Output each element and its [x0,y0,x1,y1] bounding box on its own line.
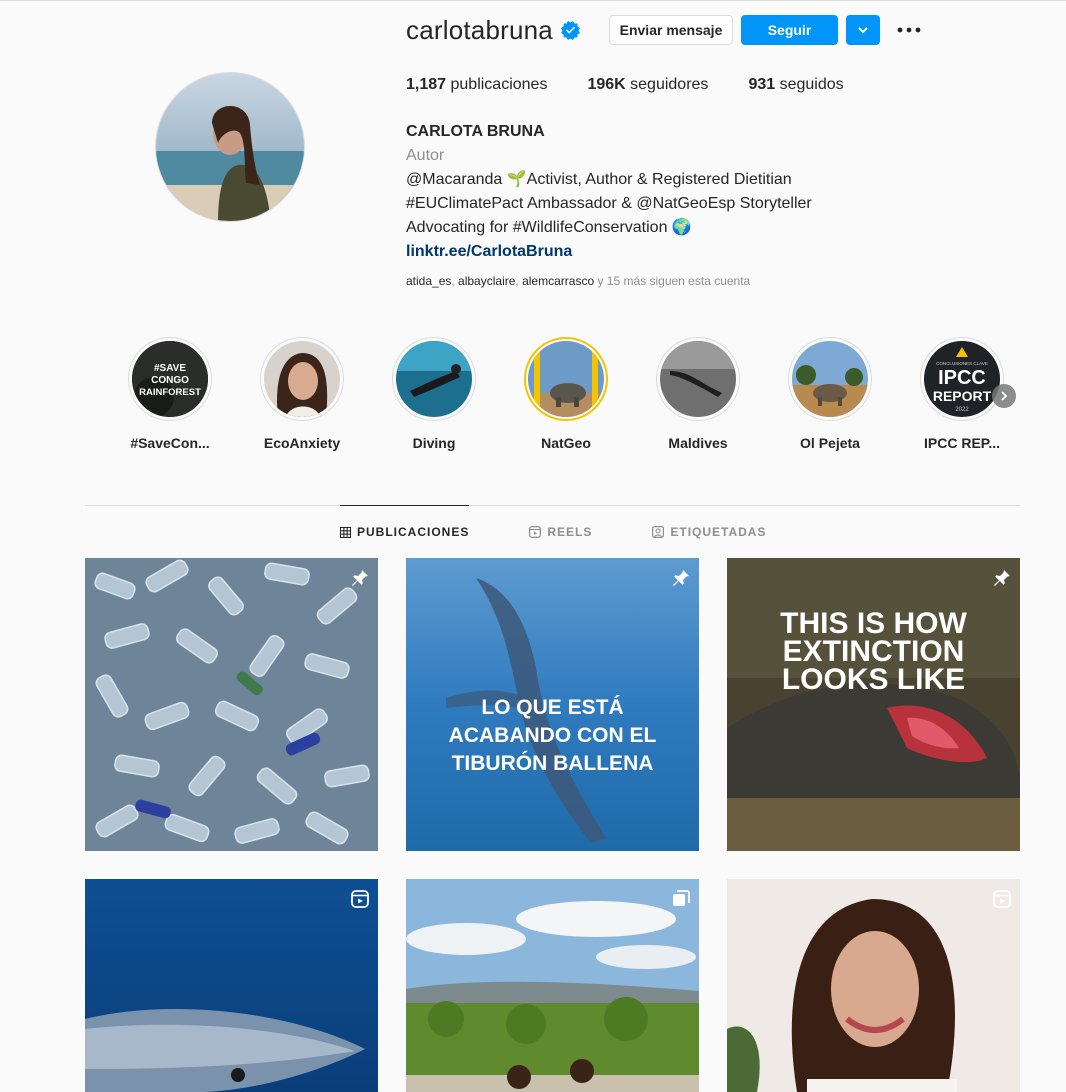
tabs-divider [85,505,1020,506]
pin-icon [671,568,691,593]
tagged-icon [652,526,665,538]
highlight-item[interactable]: #SAVE CONGO RAINFOREST #SaveCon... [122,337,218,451]
profile-stats: 1,187 publicaciones 196K seguidores 931 … [406,76,884,94]
followers-value: 196K [587,76,626,93]
pin-icon [350,568,370,593]
reel-icon [992,889,1012,914]
svg-text:#SAVE: #SAVE [154,363,186,374]
highlight-cover-ring [656,337,740,421]
highlight-cover-ring [260,337,344,421]
reel-icon [350,889,370,914]
post-caption-overlay: THIS IS HOW EXTINCTION LOOKS LIKE [780,607,967,696]
highlight-label: EcoAnxiety [263,435,341,451]
highlight-item[interactable]: Diving [386,337,482,451]
highlight-cover-ring [524,337,608,421]
following-count[interactable]: 931 seguidos [748,76,843,94]
bio-line: @Macaranda 🌱Activist, Author & Registere… [406,171,792,188]
suggested-accounts-button[interactable] [846,15,880,45]
profile-tabs: PUBLICACIONES REELS ETIQUETADAS [340,523,826,541]
tab-label: REELS [547,525,593,539]
pin-icon [992,568,1012,593]
tab-label: PUBLICACIONES [357,525,470,539]
following-label: seguidos [779,76,844,93]
active-tab-indicator [340,505,469,506]
highlight-label: Maldives [668,435,728,451]
post-thumbnail[interactable]: THIS IS HOW EXTINCTION LOOKS LIKE [727,558,1020,851]
highlight-cover-top: CONCLUSIONES CLAVE [936,361,988,366]
reels-icon [529,526,542,538]
highlight-item[interactable]: Ol Pejeta [782,337,878,451]
follow-button[interactable]: Seguir [741,15,838,45]
highlight-item[interactable]: NatGeo [518,337,614,451]
mutual-follower: alemcarrasco [522,274,595,288]
more-options-button[interactable] [896,18,922,42]
highlight-cover [792,341,868,417]
tab-reels[interactable]: REELS [529,525,592,539]
profile-header: carlotabruna [406,12,580,48]
highlights-next-button[interactable] [992,384,1016,408]
highlight-label: #SaveCon... [130,435,210,451]
posts-label: publicaciones [450,76,548,93]
tab-tagged[interactable]: ETIQUETADAS [652,525,766,539]
highlight-label: NatGeo [541,435,591,451]
highlight-cover-year: 2022 [955,407,969,413]
tab-label: ETIQUETADAS [670,525,767,539]
verified-badge-icon [560,20,580,40]
highlight-cover: CONCLUSIONES CLAVE IPCC REPORT 2022 [924,341,1000,417]
profile-category: Autor [406,147,445,164]
mutual-follower: albayclaire [458,274,516,288]
highlight-label: Ol Pejeta [800,435,860,451]
tab-posts[interactable]: PUBLICACIONES [340,525,469,539]
profile-avatar[interactable] [155,72,305,222]
more-dots-icon [897,27,921,33]
highlight-label: IPCC REP... [924,435,1000,451]
svg-text:IPCC: IPCC [938,367,986,389]
chevron-down-icon [858,27,868,34]
chevron-right-icon [1001,391,1008,401]
svg-text:RAINFOREST: RAINFOREST [139,387,201,398]
post-thumbnail[interactable] [85,558,378,851]
following-value: 931 [748,76,776,93]
highlight-cover-ring: #SAVE CONGO RAINFOREST [128,337,212,421]
followed-by-rest: y 15 más siguen esta cuenta [597,274,751,288]
mutual-follower: atida_es [406,274,452,288]
highlight-cover-ring [392,337,476,421]
svg-text:CONGO: CONGO [151,375,189,386]
profile-bio: CARLOTA BRUNA Autor @Macaranda 🌱Activist… [406,120,812,264]
posts-value: 1,187 [406,76,447,93]
highlight-cover: #SAVE CONGO RAINFOREST [132,341,208,417]
highlight-item[interactable]: EcoAnxiety [254,337,350,451]
bio-line: #EUClimatePact Ambassador & @NatGeoEsp S… [406,195,812,212]
highlight-cover [528,341,604,417]
full-name: CARLOTA BRUNA [406,123,545,140]
posts-count: 1,187 publicaciones [406,76,547,94]
carousel-icon [671,889,691,914]
bio-line: Advocating for #WildlifeConservation 🌍 [406,219,692,236]
post-thumbnail[interactable] [85,879,378,1092]
svg-text:REPORT: REPORT [933,388,992,404]
followers-count[interactable]: 196K seguidores [587,76,708,94]
highlight-cover [396,341,472,417]
post-thumbnail[interactable] [727,879,1020,1092]
highlight-cover-ring: CONCLUSIONES CLAVE IPCC REPORT 2022 [920,337,1004,421]
grid-icon [340,526,351,538]
highlight-cover [264,341,340,417]
post-caption-overlay: LO QUE ESTÁ ACABANDO CON EL TIBURÓN BALL… [448,696,657,775]
story-highlights: #SAVE CONGO RAINFOREST #SaveCon... EcoAn… [122,337,1022,457]
post-thumbnail[interactable] [406,879,699,1092]
bio-link[interactable]: linktr.ee/CarlotaBruna [406,240,812,264]
post-thumbnail[interactable]: LO QUE ESTÁ ACABANDO CON EL TIBURÓN BALL… [406,558,699,851]
highlight-item[interactable]: Maldives [650,337,746,451]
username: carlotabruna [406,14,553,45]
followers-label: seguidores [630,76,709,93]
send-message-button[interactable]: Enviar mensaje [609,15,733,45]
followed-by[interactable]: atida_es, albayclaire, alemcarrasco y 15… [406,274,750,288]
top-border [0,0,1066,1]
highlight-cover-ring [788,337,872,421]
highlight-cover [660,341,736,417]
highlight-label: Diving [412,435,456,451]
